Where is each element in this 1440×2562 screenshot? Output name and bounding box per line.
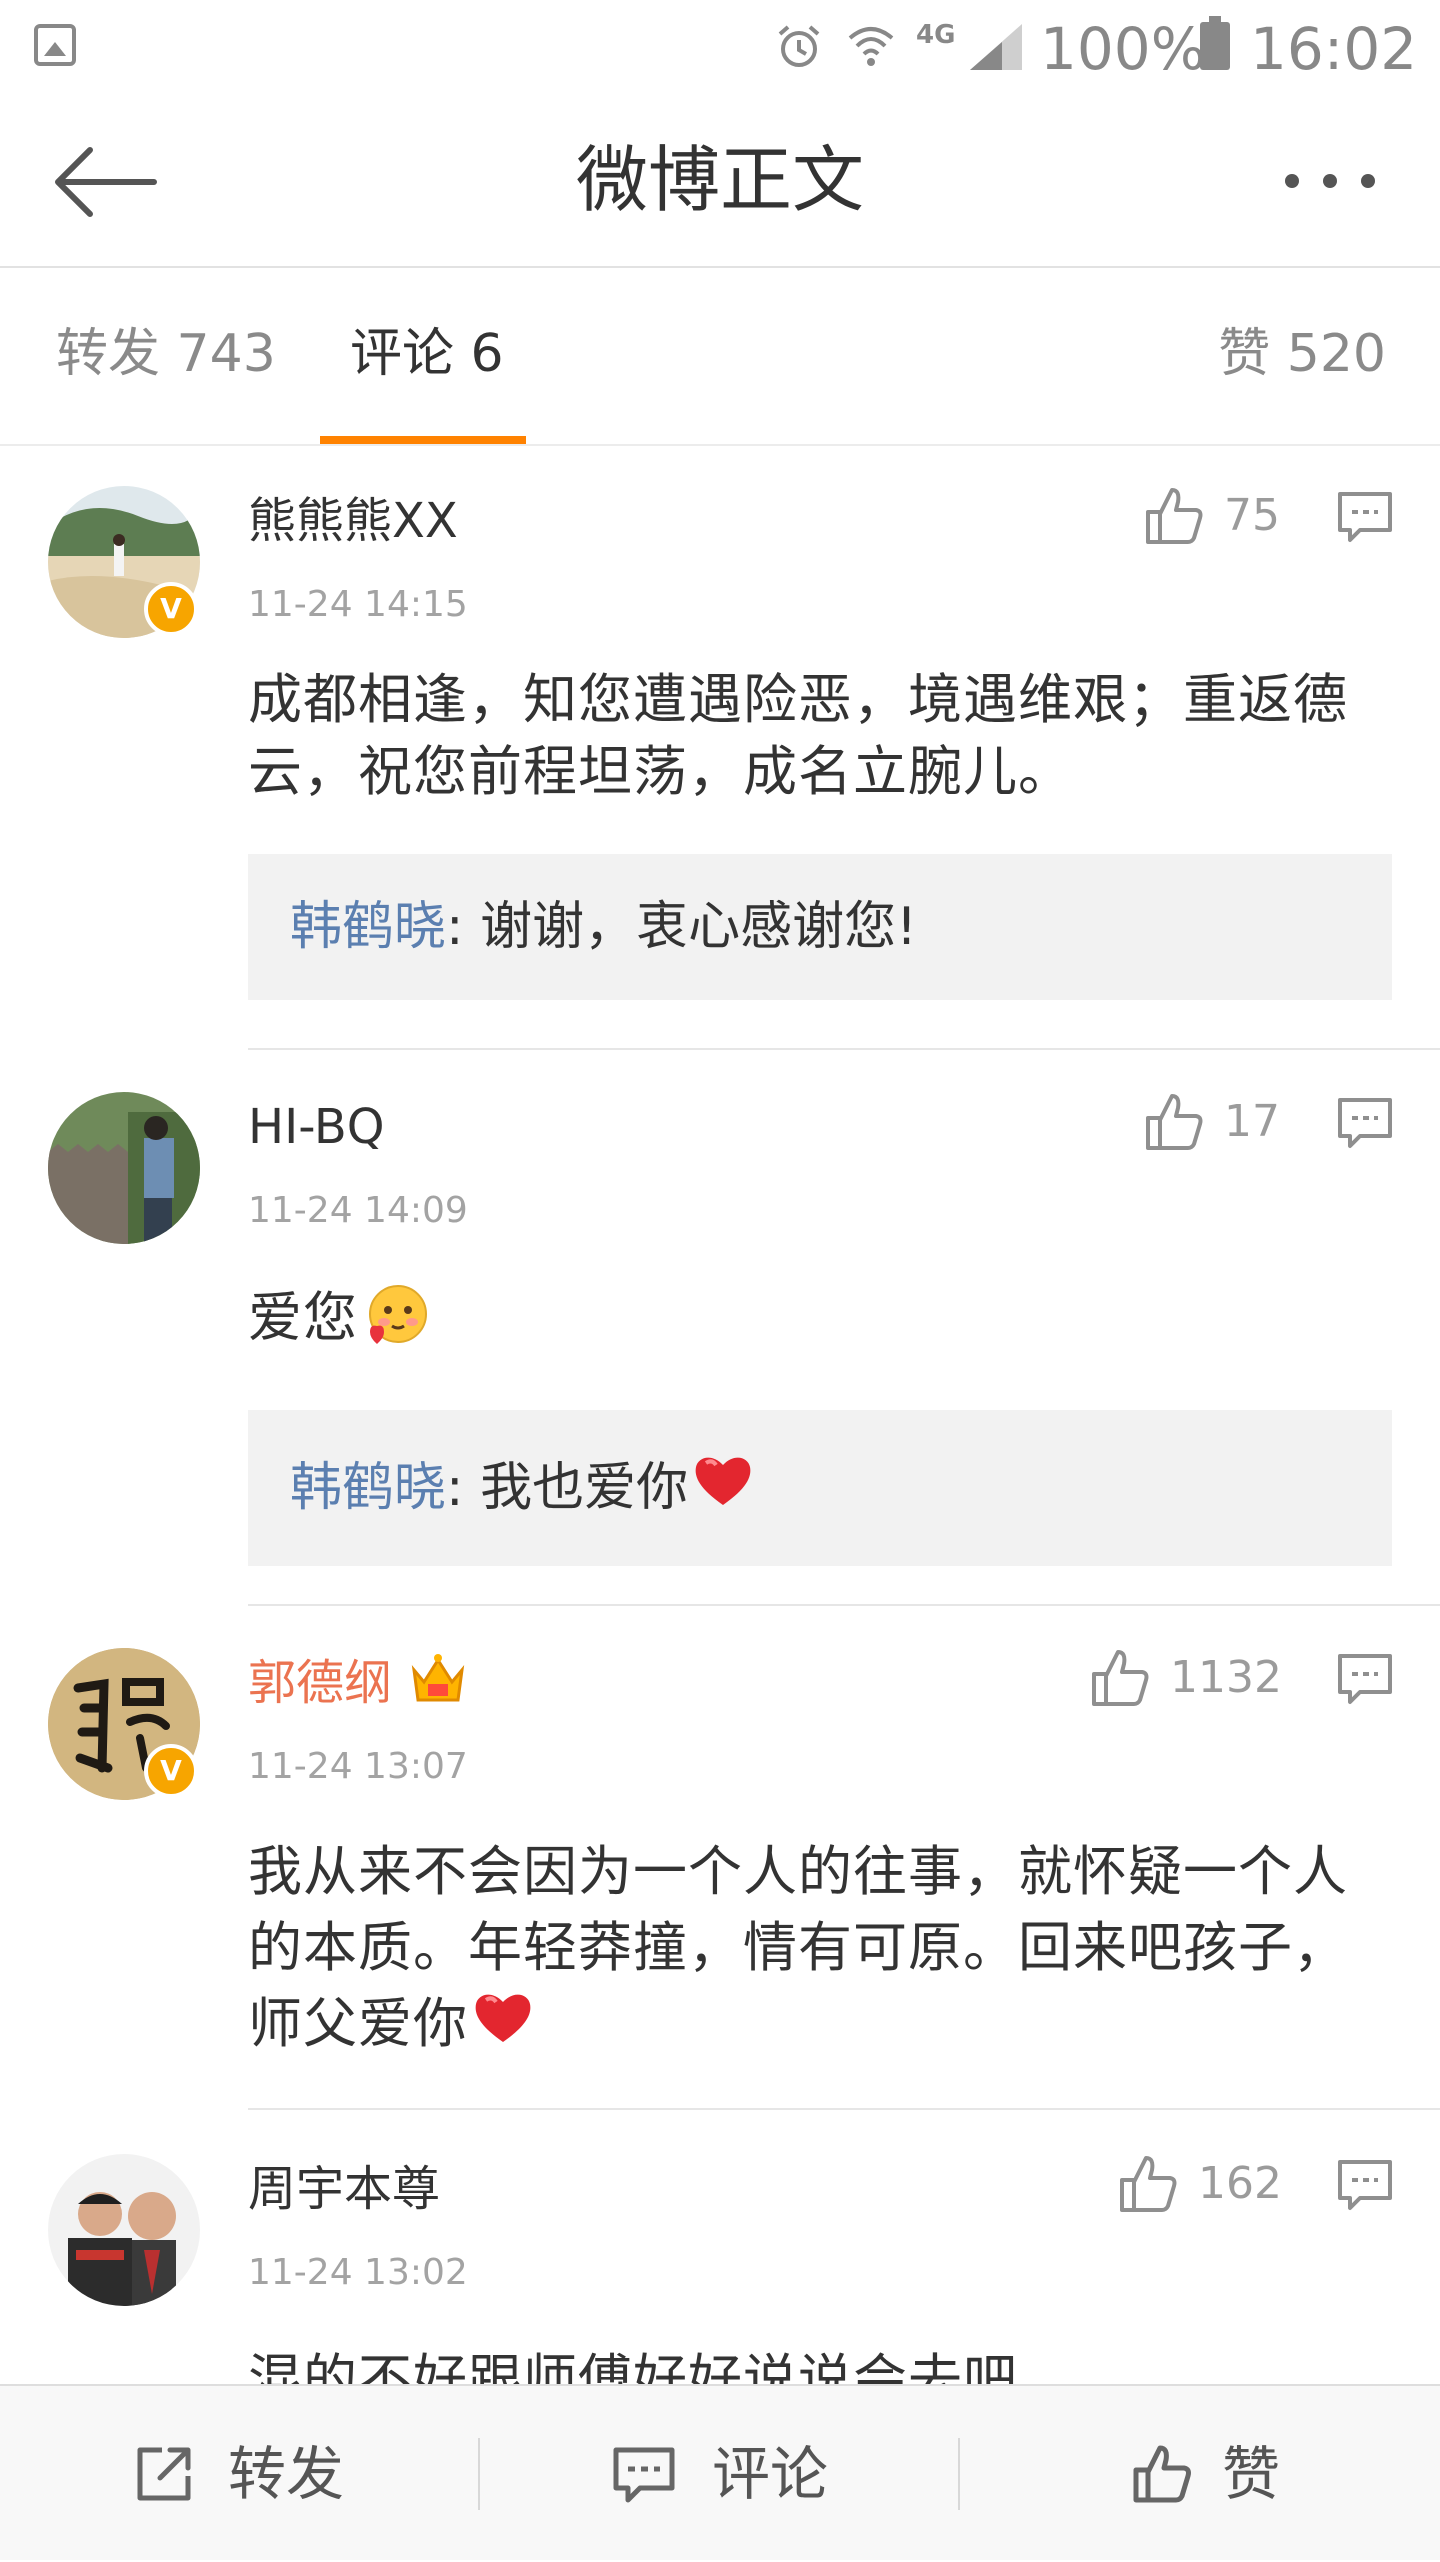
verified-badge-icon: V (144, 1744, 198, 1798)
comment-text-line: 我从来不会因为一个人的往事，就怀疑一个人 (248, 1840, 1348, 1903)
active-tab-indicator (320, 436, 526, 444)
comment-username[interactable]: 周宇本尊 (248, 2154, 440, 2224)
like-icon[interactable] (1116, 2152, 1180, 2216)
comment-text-line: 的本质。年轻莽撞，情有可原。回来吧孩子， (248, 1916, 1348, 1979)
comment-username[interactable]: 郭德纲 (248, 1648, 392, 1718)
share-icon (137, 2447, 191, 2501)
like-icon[interactable] (1088, 1646, 1152, 1710)
tab-likes[interactable]: 赞 520 (1218, 318, 1386, 390)
comment-label: 评论 (712, 2440, 829, 2508)
like-count[interactable]: 1132 (1170, 1646, 1282, 1710)
like-button[interactable]: 赞 (960, 2386, 1440, 2562)
vip-crown-icon (411, 1654, 465, 1702)
reply-comment-icon[interactable] (1336, 1650, 1394, 1708)
comment-username[interactable]: 熊熊熊XX (248, 486, 458, 556)
verified-badge-icon: V (144, 582, 198, 636)
thumbs-up-icon (1133, 2445, 1191, 2503)
comment-time: 11-24 14:09 (248, 1190, 468, 1231)
signal-icon (970, 24, 1022, 70)
reply-comment-icon[interactable] (1336, 488, 1394, 546)
reply-preview[interactable]: 韩鹤晓: 谢谢，衷心感谢您! (248, 854, 1392, 1000)
title-bar: 微博正文 (0, 100, 1440, 268)
comment-username[interactable]: HI-BQ (248, 1092, 385, 1162)
like-icon[interactable] (1142, 1090, 1206, 1154)
comment-item: V 郭德纲 11-24 13:07 1132 我从来不会因为一个人的往事，就怀疑… (0, 1608, 1440, 2110)
like-count[interactable]: 17 (1224, 1090, 1280, 1154)
comment-time: 11-24 13:07 (248, 1746, 468, 1787)
repost-label: 转发 (228, 2440, 345, 2508)
tab-comments[interactable]: 评论 6 (350, 318, 504, 390)
blushing-heart-emoji-icon (369, 1285, 427, 1344)
wifi-icon (848, 27, 894, 66)
like-count[interactable]: 75 (1224, 484, 1280, 548)
gallery-icon (34, 24, 76, 66)
avatar[interactable] (48, 1092, 200, 1244)
comment-item: HI-BQ 11-24 14:09 17 爱您 韩鹤晓: 我也爱你 (0, 1052, 1440, 1608)
reply-author[interactable]: 韩鹤晓 (290, 897, 446, 957)
comment-time: 11-24 14:15 (248, 584, 468, 625)
reply-author[interactable]: 韩鹤晓 (290, 1458, 446, 1518)
reply-comment-icon[interactable] (1336, 1094, 1394, 1152)
bottom-toolbar: 转发 评论 赞 (0, 2384, 1440, 2560)
comment-icon (613, 2447, 675, 2503)
comment-text-container: 我从来不会因为一个人的往事，就怀疑一个人 的本质。年轻莽撞，情有可原。回来吧孩子… (248, 1834, 1398, 2062)
status-time: 16:02 (1250, 15, 1418, 83)
red-heart-emoji-icon (695, 1457, 751, 1505)
alarm-icon (778, 25, 820, 67)
reply-text: : 谢谢，衷心感谢您! (446, 897, 917, 957)
comment-text: 混的不好跟师傅好好说说会去吧。 (248, 2348, 1073, 2384)
red-heart-emoji-icon (475, 1994, 531, 2042)
comment-item: 周宇本尊 11-24 13:02 162 混的不好跟师傅好好说说会去吧。 (0, 2110, 1440, 2384)
more-options-icon[interactable] (1270, 156, 1390, 206)
divider (248, 1048, 1440, 1050)
reply-text: : 我也爱你 (446, 1458, 689, 1518)
reply-comment-icon[interactable] (1336, 2156, 1394, 2214)
comment-time: 11-24 13:02 (248, 2252, 468, 2293)
comment-text-line: 师父爱你 (248, 1992, 468, 2055)
reply-preview[interactable]: 韩鹤晓: 我也爱你 (248, 1410, 1392, 1566)
like-icon[interactable] (1142, 484, 1206, 548)
battery-percent: 100% (1040, 15, 1206, 83)
comment-item: V 熊熊熊XX 11-24 14:15 75 成都相逢，知您遭遇险恶，境遇维艰；… (0, 446, 1440, 1052)
repost-button[interactable]: 转发 (0, 2386, 478, 2562)
status-bar: 4G 100% 16:02 (0, 0, 1440, 100)
like-count[interactable]: 162 (1198, 2152, 1282, 2216)
network-type: 4G (916, 20, 956, 50)
tab-repost[interactable]: 转发 743 (56, 318, 276, 390)
comment-text: 成都相逢，知您遭遇险恶，境遇维艰；重返德云，祝您前程坦荡，成名立腕儿。 (248, 668, 1348, 803)
avatar[interactable] (48, 2154, 200, 2306)
comment-text: 爱您 (248, 1286, 358, 1349)
battery-icon (1200, 16, 1230, 70)
divider (248, 1604, 1440, 1606)
comment-text-container: 爱您 (248, 1282, 1398, 1354)
like-label: 赞 (1222, 2440, 1281, 2508)
page-title: 微博正文 (575, 138, 864, 222)
detail-tabs: 转发 743 评论 6 赞 520 (0, 268, 1440, 446)
comment-button[interactable]: 评论 (480, 2386, 958, 2562)
